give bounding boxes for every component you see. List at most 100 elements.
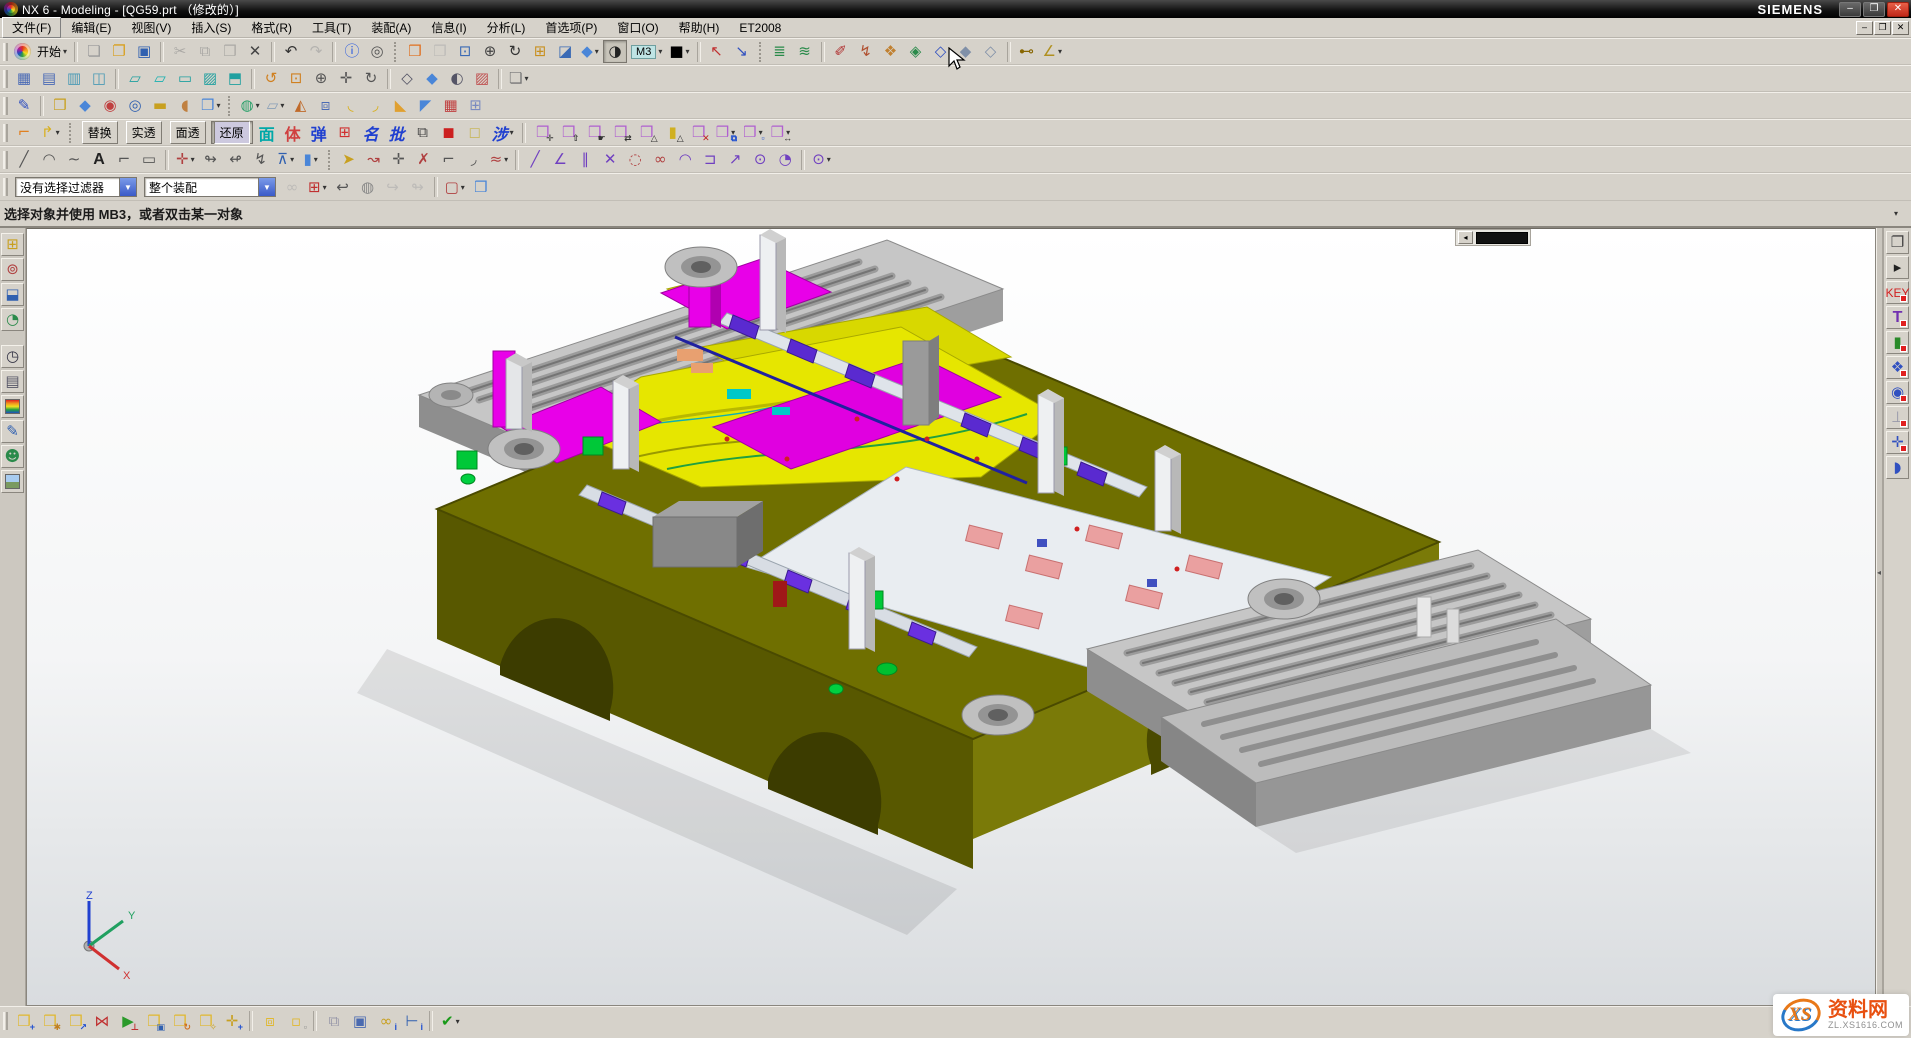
menu-et2008[interactable]: ET2008 [729, 19, 791, 37]
layout-grid-button[interactable]: ▦ [12, 67, 36, 90]
expand-palette-button[interactable]: ▸ [1886, 256, 1909, 279]
name-tool-button[interactable]: 名 [359, 121, 383, 144]
toolbar-grip[interactable] [3, 178, 8, 196]
text-button[interactable]: A [87, 148, 111, 171]
graphics-window[interactable]: ◂ [26, 228, 1876, 1006]
block-button[interactable]: ❒▾ [198, 94, 223, 117]
two-circle-button[interactable]: ∞ [648, 148, 672, 171]
circle-button[interactable]: ⊙ [748, 148, 772, 171]
start-menu-button[interactable]: 开始▾ [34, 40, 70, 63]
emboss-button[interactable]: ◭ [289, 94, 313, 117]
edge-blend-button[interactable]: ◤ [414, 94, 438, 117]
layout-split-button[interactable]: ◫ [87, 67, 111, 90]
dropdown-arrow-icon[interactable]: ▾ [595, 47, 599, 56]
arrangements-button[interactable]: ⧈ [258, 1010, 282, 1033]
menu-help[interactable]: 帮助(H) [669, 17, 730, 38]
menu-insert[interactable]: 插入(S) [181, 17, 241, 38]
bolt-library-item[interactable]: T [1886, 306, 1909, 329]
sequence-button[interactable]: ▫▫ [284, 1010, 308, 1033]
reselect-button[interactable]: ↪ [381, 176, 405, 199]
paste-button[interactable]: ❒ [218, 40, 242, 63]
refresh-button[interactable]: ↺ [259, 67, 283, 90]
toolbar-grip[interactable] [3, 97, 8, 115]
face-translucent-button[interactable]: 面透 [167, 121, 209, 144]
visualization-preferences-button[interactable]: ❖ [879, 40, 903, 63]
toolbar-options-button[interactable]: ▾ [1883, 205, 1907, 223]
dropdown-arrow-icon[interactable]: ▾ [658, 47, 662, 56]
menu-file[interactable]: 文件(F) [2, 17, 61, 38]
cut-button[interactable]: ✂ [168, 40, 192, 63]
zoom-button[interactable]: ⊕ [309, 67, 333, 90]
work-plane-button[interactable]: ▭ [173, 67, 197, 90]
full-circle-button[interactable]: ⊙▾ [809, 148, 834, 171]
dropdown-arrow-icon[interactable]: ▾ [216, 101, 220, 110]
delete-button[interactable]: ✕ [243, 40, 267, 63]
datum-display-button[interactable]: ▱ [123, 67, 147, 90]
flange-library-item[interactable]: ⊥ [1886, 406, 1909, 429]
visualization-button[interactable] [1, 395, 24, 418]
undo-button[interactable]: ↶ [279, 40, 303, 63]
snip-tool-button[interactable]: ⌐ [12, 121, 36, 144]
open-file-button[interactable]: ❐ [107, 40, 131, 63]
interference-tool-button[interactable]: 涉▾ [489, 121, 517, 144]
dropdown-arrow-icon[interactable]: ▾ [56, 128, 60, 137]
measure-angle-button[interactable]: ∠▾ [1040, 40, 1065, 63]
restore-palette-button[interactable]: ❐ [1886, 231, 1909, 254]
extend-button[interactable]: ✛ [387, 148, 411, 171]
dropdown-arrow-icon[interactable]: ▾ [323, 183, 327, 192]
history-button[interactable]: ◷ [1, 345, 24, 368]
part-navigator-button[interactable]: ⬓ [1, 283, 24, 306]
circle-arc-button[interactable]: ◔ [773, 148, 797, 171]
trim-recipe-button[interactable]: ↝ [362, 148, 386, 171]
constrain-component-button[interactable]: ❒△ [635, 121, 659, 144]
show-shaded-button[interactable]: ❒ [469, 176, 493, 199]
component-spacing-button[interactable]: ❒↔▾ [768, 121, 793, 144]
toolbar-grip[interactable] [3, 70, 8, 88]
orient-to-csys-button[interactable]: ↖ [705, 40, 729, 63]
assembly-report-button[interactable]: ⊢i [400, 1010, 424, 1033]
fit-view-button[interactable]: ⊞ [528, 40, 552, 63]
replace-button[interactable]: 替换 [79, 121, 121, 144]
project-curve-button[interactable]: ↯ [249, 148, 273, 171]
dropdown-arrow-icon[interactable]: ▾ [686, 47, 690, 56]
body-tool-button[interactable]: 体 [281, 121, 305, 144]
elbow-library-item[interactable]: ◗ [1886, 456, 1909, 479]
solid-translucent-button[interactable]: 实透 [123, 121, 165, 144]
rotate-button[interactable]: ↻ [359, 67, 383, 90]
menu-information[interactable]: 信息(I) [421, 17, 476, 38]
selection-scope-select[interactable]: 整个装配▼ [144, 177, 276, 197]
show-and-hide-button[interactable]: ◈ [904, 40, 928, 63]
show-product-outline-button[interactable]: ▣ [348, 1010, 372, 1033]
menu-assemblies[interactable]: 装配(A) [361, 17, 421, 38]
key-tool-button[interactable]: ➤ [337, 148, 361, 171]
pan-button[interactable]: ✛ [334, 67, 358, 90]
add-component-button[interactable]: ❒+ [12, 1010, 36, 1033]
arrow-tool-button[interactable]: ↱▾ [38, 121, 63, 144]
assembly-navigator-button[interactable]: ⊞ [1, 233, 24, 256]
clip-section-button[interactable]: ⬒ [223, 67, 247, 90]
shaded-display-button[interactable]: ◆▾ [578, 40, 602, 63]
suppress-component-button[interactable]: ▶⊥ [116, 1010, 140, 1033]
new-file-button[interactable]: ❏ [82, 40, 106, 63]
corner-button[interactable]: ⌐ [437, 148, 461, 171]
menu-window[interactable]: 窗口(O) [607, 17, 668, 38]
toolbar-grip[interactable] [3, 124, 8, 142]
window-cascade-button[interactable]: ❒ [403, 40, 427, 63]
dropdown-arrow-icon[interactable]: ▾ [524, 74, 528, 83]
menu-format[interactable]: 格式(R) [241, 17, 302, 38]
immediate-hide-button[interactable]: ◇ [929, 40, 953, 63]
materials-button[interactable] [1, 470, 24, 493]
restore-display-button[interactable]: 还原 [211, 121, 253, 144]
dropdown-arrow-icon[interactable]: ▾ [314, 155, 318, 164]
layout-columns-button[interactable]: ▥ [62, 67, 86, 90]
constraint-navigator-button[interactable]: ⊚ [1, 258, 24, 281]
tangent-circle-button[interactable]: ◌ [623, 148, 647, 171]
extend-arrow-button[interactable]: ↗ [723, 148, 747, 171]
menu-edit[interactable]: 编辑(E) [61, 17, 121, 38]
reference-set-select[interactable]: M3▾ [628, 40, 665, 63]
menu-tools[interactable]: 工具(T) [302, 17, 361, 38]
wireframe-button[interactable]: ◇ [395, 67, 419, 90]
toolbar-grip[interactable] [3, 1012, 8, 1030]
promote-component-button[interactable]: ❒↗ [64, 1010, 88, 1033]
boss-button[interactable]: ▬ [148, 94, 172, 117]
